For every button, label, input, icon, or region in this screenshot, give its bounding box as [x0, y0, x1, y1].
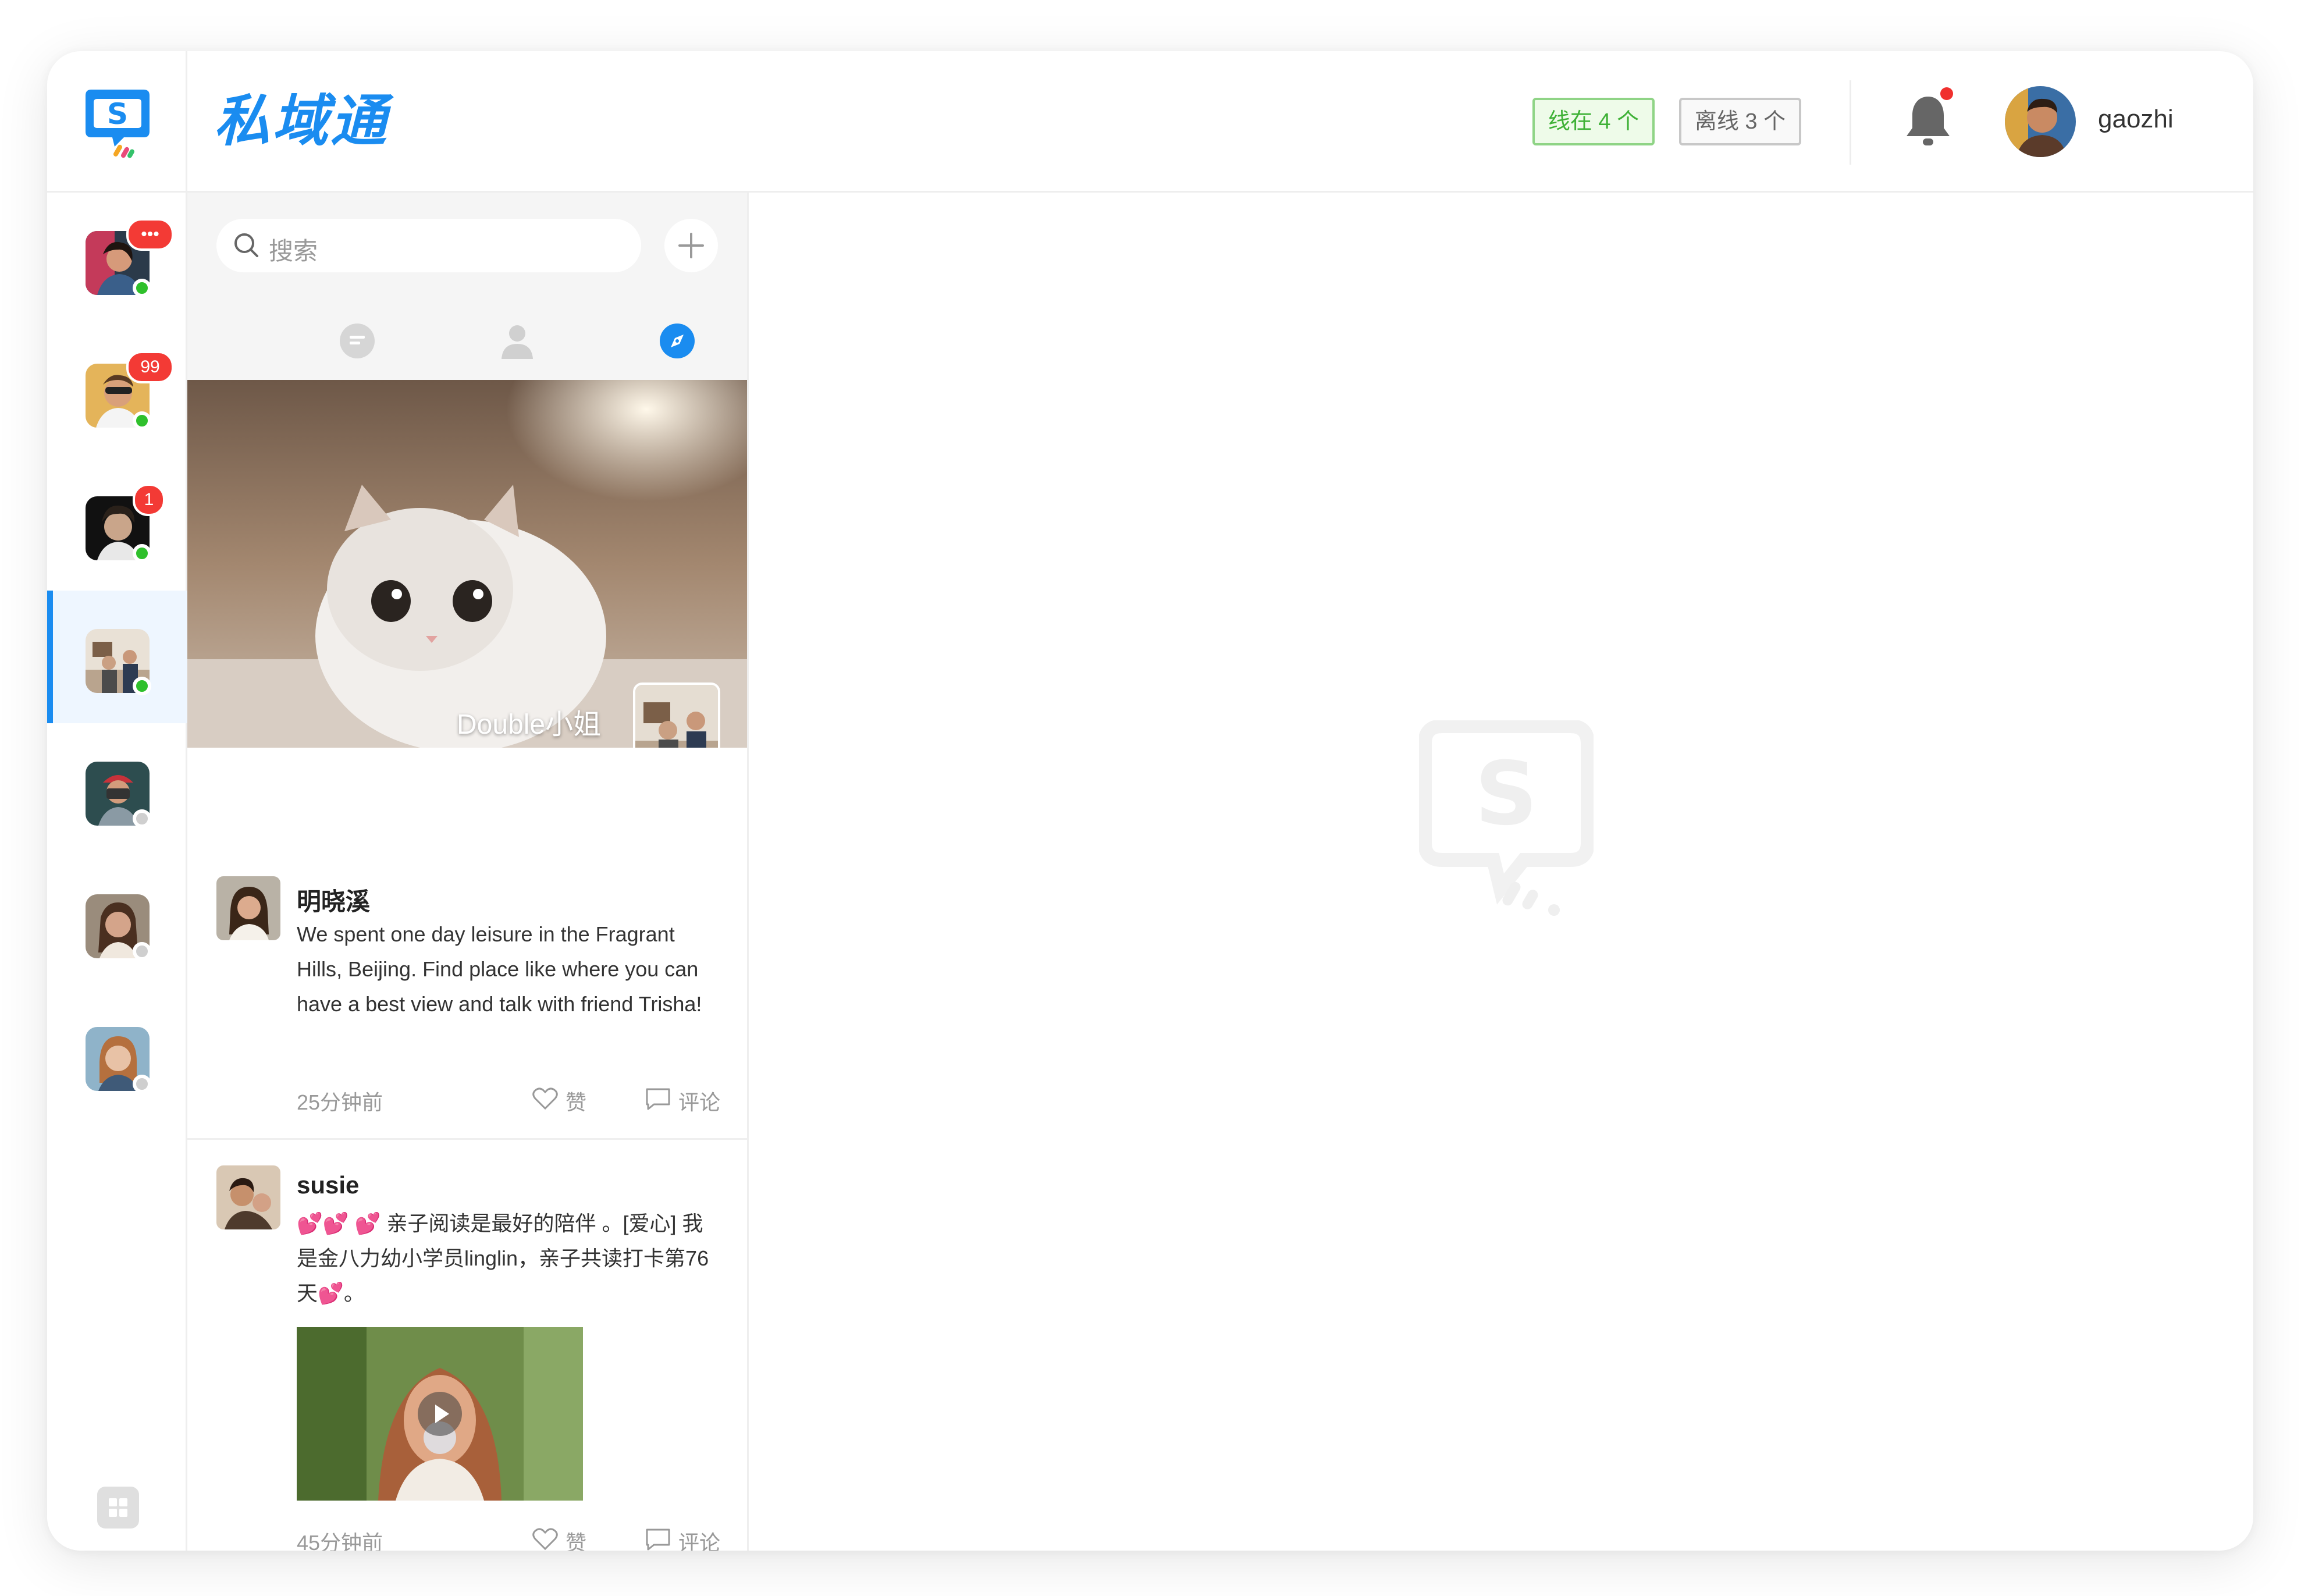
tab-moments-compass-icon[interactable]	[657, 321, 698, 361]
search-input[interactable]: 搜索	[216, 219, 641, 272]
plus-icon	[678, 233, 704, 258]
account-sidebar: ••• 99 1	[47, 193, 187, 1551]
notification-dot	[1940, 87, 1953, 100]
cover-owner-name: Double小姐	[457, 709, 602, 740]
online-status-dot	[133, 544, 151, 563]
post-text: 💕💕 💕 亲子阅读是最好的陪伴 。[爱心] 我是金八力幼小学员linglin，亲…	[297, 1211, 709, 1305]
panel-tabs	[187, 303, 747, 380]
post-author-name[interactable]: 明晓溪	[297, 882, 370, 918]
logo-cell: S	[47, 51, 187, 193]
post-text: We spent one day leisure in the Fragrant…	[297, 922, 702, 1016]
account-item[interactable]	[47, 856, 187, 989]
moments-cover-image: Double小姐	[187, 380, 747, 748]
account-item[interactable]: 1	[47, 458, 187, 591]
account-item[interactable]: •••	[47, 193, 187, 325]
notification-bell-icon[interactable]	[1902, 92, 1954, 150]
comment-icon	[646, 1529, 670, 1551]
unread-badge: 99	[126, 351, 174, 383]
online-status-dot	[133, 677, 151, 695]
tab-chats-icon[interactable]	[337, 321, 378, 361]
brand-name: 私域通	[214, 88, 389, 154]
tab-contacts-icon[interactable]	[497, 321, 538, 361]
account-item[interactable]	[47, 723, 187, 856]
search-area: 搜索	[187, 193, 747, 303]
app-window: S 私域通 线在 4 个 离线 3 个 gaozhi ••• 99 1 搜索 D…	[47, 51, 2253, 1551]
unread-badge: 1	[133, 484, 165, 516]
cover-owner-avatar[interactable]	[633, 683, 720, 748]
play-icon	[435, 1405, 449, 1423]
add-button[interactable]	[664, 219, 718, 272]
user-avatar[interactable]	[2005, 86, 2076, 157]
online-status-dot	[133, 279, 151, 297]
search-placeholder: 搜索	[269, 237, 318, 265]
online-count-button[interactable]: 线在 4 个	[1532, 98, 1655, 145]
account-item[interactable]	[47, 989, 187, 1121]
post-video-thumbnail[interactable]	[297, 1327, 583, 1501]
apps-grid-icon[interactable]	[97, 1487, 139, 1529]
like-label: 赞	[566, 1531, 587, 1551]
offline-status-dot	[133, 1075, 151, 1093]
post-time: 45分钟前	[297, 1531, 383, 1551]
offline-status-dot	[133, 809, 151, 828]
svg-text:S: S	[107, 97, 128, 131]
search-icon	[234, 233, 258, 257]
empty-state-logo-icon: S	[1419, 720, 1594, 916]
heart-icon	[532, 1087, 558, 1110]
svg-text:S: S	[1475, 744, 1538, 845]
unread-badge: •••	[126, 218, 174, 251]
online-status-dot	[133, 411, 151, 430]
like-label: 赞	[566, 1090, 587, 1114]
comment-label: 评论	[678, 1090, 721, 1114]
account-item[interactable]: 99	[47, 325, 187, 458]
post-author-avatar[interactable]	[216, 1165, 280, 1229]
top-header: S 私域通 线在 4 个 离线 3 个 gaozhi	[47, 51, 2253, 193]
post-divider	[187, 1138, 747, 1140]
header-divider	[1850, 80, 1851, 165]
post-author-name[interactable]: susie	[297, 1171, 359, 1199]
offline-count-button[interactable]: 离线 3 个	[1679, 98, 1801, 145]
comment-icon	[646, 1088, 670, 1110]
account-item-active[interactable]	[47, 591, 187, 723]
offline-status-dot	[133, 942, 151, 961]
play-button[interactable]	[418, 1392, 462, 1436]
user-name: gaozhi	[2098, 105, 2174, 133]
post-author-avatar[interactable]	[216, 876, 280, 940]
post-time: 25分钟前	[297, 1090, 383, 1114]
comment-label: 评论	[678, 1531, 721, 1551]
heart-icon	[532, 1528, 558, 1551]
moments-panel: 搜索 Double小姐 明晓溪 We spent one day leisure…	[187, 193, 749, 1551]
app-logo-icon: S	[86, 90, 150, 158]
